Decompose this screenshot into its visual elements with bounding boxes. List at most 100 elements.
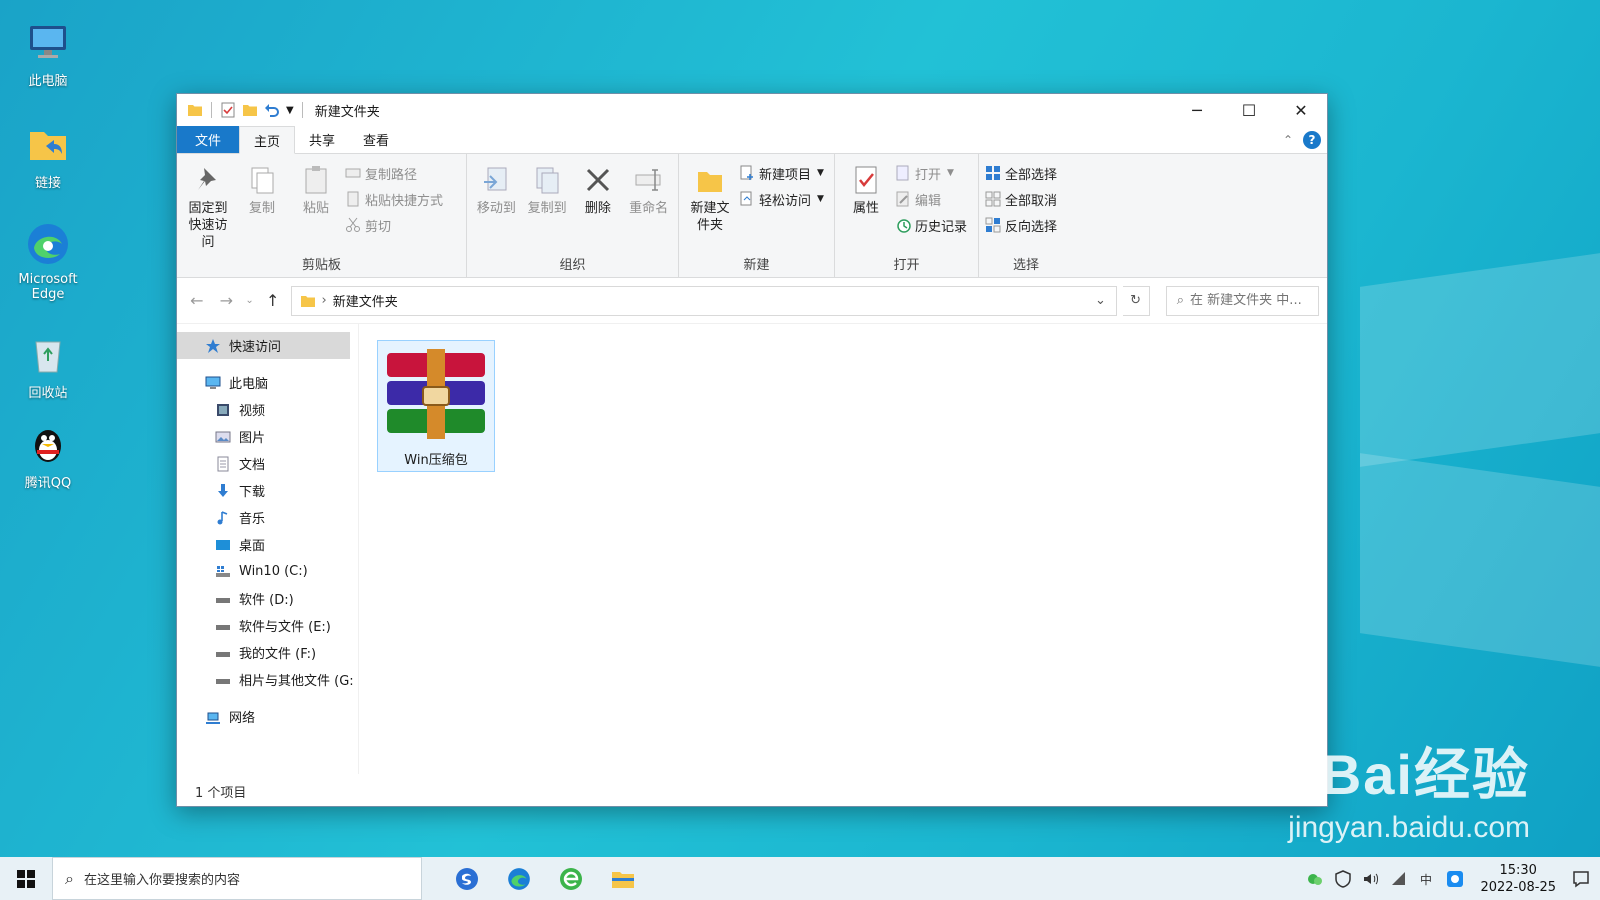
recent-locations-chevron-icon[interactable]: ⌄ — [244, 295, 255, 306]
input-method-icon[interactable]: 中 — [1418, 870, 1436, 888]
folder-shortcut-icon — [30, 132, 66, 160]
taskbar-app-file-explorer[interactable] — [608, 864, 638, 894]
item-count: 1 个项目 — [195, 785, 247, 801]
select-all-button[interactable]: 全部选择 — [985, 162, 1057, 184]
nav-item-drive-e[interactable]: 软件与文件 (E:) — [177, 612, 358, 639]
drive-icon — [216, 651, 230, 657]
new-item-button[interactable]: 新建项目 ▼ — [739, 162, 824, 184]
copy-path-button[interactable]: 复制路径 — [345, 162, 443, 184]
paste-shortcut-button[interactable]: 粘贴快捷方式 — [345, 188, 443, 210]
desktop-icon-this-pc[interactable]: 此电脑 — [8, 18, 88, 89]
nav-item-network[interactable]: 网络 — [177, 703, 358, 730]
new-folder-icon[interactable] — [242, 102, 258, 118]
cut-button[interactable]: 剪切 — [345, 214, 443, 236]
ribbon-group-clipboard: 固定到快速访问 复制 粘贴 复制路径 粘贴快捷方式 剪切 剪贴板 — [177, 154, 467, 277]
collapse-ribbon-icon[interactable]: ⌃ — [1283, 133, 1293, 147]
folder-icon — [300, 295, 315, 307]
security-shield-icon[interactable] — [1334, 869, 1352, 888]
nav-item-pictures[interactable]: 图片 — [177, 423, 358, 450]
nav-item-drive-d[interactable]: 软件 (D:) — [177, 585, 358, 612]
up-arrow-icon[interactable]: ↑ — [261, 291, 285, 310]
quick-access-toolbar: ▼ — [187, 102, 305, 118]
nav-item-label: 视频 — [239, 404, 266, 419]
address-bar[interactable]: › 新建文件夹 ⌄ — [290, 285, 1117, 316]
star-icon — [206, 338, 220, 353]
wechat-tray-icon[interactable] — [1306, 870, 1324, 888]
copy-label: 复制 — [248, 201, 275, 216]
tab-home[interactable]: 主页 — [239, 126, 296, 154]
properties-check-icon[interactable] — [220, 102, 236, 118]
nav-item-music[interactable]: 音乐 — [177, 504, 358, 531]
copy-path-icon — [345, 168, 361, 178]
nav-item-quick-access[interactable]: 快速访问 — [177, 332, 350, 359]
search-box[interactable]: ⌕ — [1165, 285, 1320, 316]
customize-qat-dropdown-icon[interactable]: ▼ — [286, 105, 294, 116]
forward-arrow-icon[interactable]: → — [215, 291, 239, 310]
easy-access-button[interactable]: 轻松访问 ▼ — [739, 188, 824, 210]
nav-item-drive-f[interactable]: 我的文件 (F:) — [177, 639, 358, 666]
desktop-icon-edge[interactable]: Microsoft Edge — [8, 220, 88, 302]
clock-date: 2022-08-25 — [1480, 879, 1556, 895]
history-button[interactable]: 历史记录 — [895, 214, 967, 236]
cut-label: 剪切 — [365, 219, 392, 235]
search-input[interactable] — [1190, 293, 1311, 308]
copy-path-label: 复制路径 — [365, 167, 418, 183]
tab-share[interactable]: 共享 — [295, 126, 349, 153]
pin-icon — [198, 168, 216, 190]
nav-item-videos[interactable]: 视频 — [177, 396, 358, 423]
taskbar-clock[interactable]: 15:30 2022-08-25 — [1480, 862, 1556, 896]
breadcrumb[interactable]: 新建文件夹 — [333, 291, 398, 310]
nav-item-downloads[interactable]: 下载 — [177, 477, 358, 504]
dropdown-caret-icon: ▼ — [817, 168, 824, 178]
file-item[interactable]: Win压缩包 — [377, 340, 495, 472]
open-button[interactable]: 打开 ▼ — [895, 162, 967, 184]
copy-to-label: 复制到 — [527, 201, 567, 216]
tab-view[interactable]: 查看 — [349, 126, 403, 153]
desktop-icon-links[interactable]: 链接 — [8, 120, 88, 191]
taskbar-app-edge[interactable] — [504, 864, 534, 894]
ribbon: 固定到快速访问 复制 粘贴 复制路径 粘贴快捷方式 剪切 剪贴板 移动到 复制到… — [177, 154, 1327, 278]
undo-icon[interactable] — [264, 102, 280, 118]
nav-item-this-pc[interactable]: 此电脑 — [177, 369, 358, 396]
taskbar-app-browser[interactable] — [556, 864, 586, 894]
new-folder-icon — [698, 172, 722, 192]
file-explorer-icon — [612, 871, 634, 888]
edit-button[interactable]: 编辑 — [895, 188, 967, 210]
network-icon — [206, 712, 220, 724]
svg-text:中: 中 — [1420, 872, 1432, 887]
address-history-chevron-icon[interactable]: ⌄ — [1086, 293, 1116, 308]
back-arrow-icon[interactable]: ← — [185, 291, 209, 310]
nav-item-desktop[interactable]: 桌面 — [177, 531, 358, 558]
edge-icon — [28, 224, 68, 264]
tab-file[interactable]: 文件 — [177, 126, 239, 153]
taskbar-search-box[interactable]: ⌕ 在这里输入你要搜索的内容 — [52, 857, 422, 900]
browser-e-icon — [560, 867, 582, 890]
navigation-row: ← → ⌄ ↑ › 新建文件夹 ⌄ ↻ ⌕ — [177, 278, 1327, 324]
nav-item-documents[interactable]: 文档 — [177, 450, 358, 477]
close-button[interactable]: ✕ — [1275, 94, 1327, 126]
maximize-button[interactable]: ☐ — [1223, 94, 1275, 126]
nav-item-drive-c[interactable]: Win10 (C:) — [177, 558, 358, 585]
select-none-button[interactable]: 全部取消 — [985, 188, 1057, 210]
wallpaper-beam — [1360, 253, 1600, 467]
desktop-icon-qq[interactable]: 腾讯QQ — [8, 420, 88, 491]
refresh-button[interactable]: ↻ — [1122, 285, 1150, 316]
desktop-icon-label: 腾讯QQ — [24, 476, 72, 491]
documents-folder-icon — [217, 456, 229, 471]
volume-icon[interactable] — [1362, 870, 1380, 888]
delete-label: 删除 — [584, 201, 611, 216]
taskbar-app-sogou[interactable] — [452, 864, 482, 894]
help-button[interactable]: ? — [1303, 130, 1321, 149]
download-folder-icon — [218, 483, 228, 497]
network-wifi-icon[interactable] — [1390, 870, 1408, 888]
desktop-icon-recycle-bin[interactable]: 回收站 — [8, 330, 88, 401]
rename-icon — [635, 169, 661, 191]
qq-tray-icon[interactable] — [1446, 870, 1464, 888]
divider — [301, 102, 303, 118]
notification-center-icon[interactable] — [1572, 870, 1590, 888]
minimize-button[interactable]: ─ — [1171, 94, 1223, 126]
refresh-icon: ↻ — [1130, 293, 1142, 308]
nav-item-drive-g[interactable]: 相片与其他文件 (G: — [177, 666, 358, 693]
start-button[interactable] — [0, 857, 52, 900]
invert-selection-button[interactable]: 反向选择 — [985, 214, 1057, 236]
